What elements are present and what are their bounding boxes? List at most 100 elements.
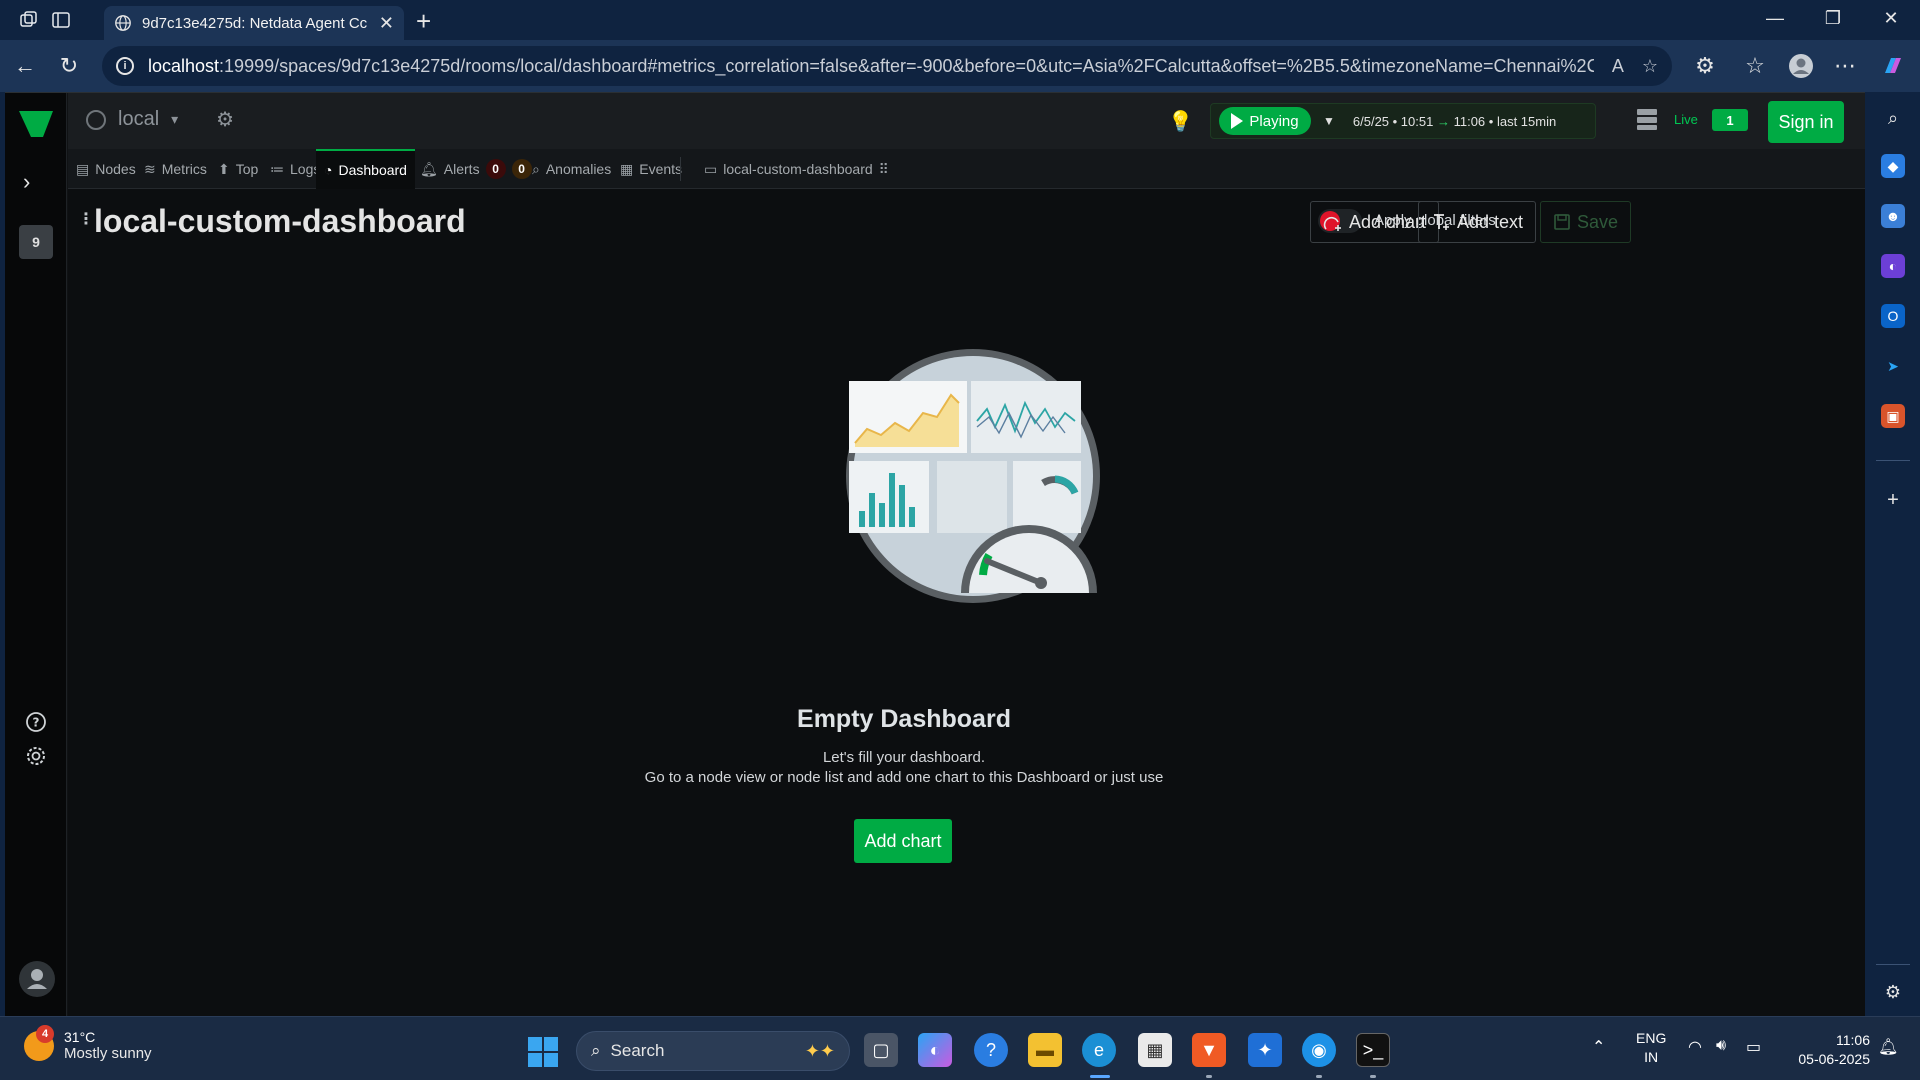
- terminal-icon[interactable]: >_: [1356, 1033, 1390, 1067]
- netdata-logo-icon[interactable]: [17, 107, 55, 141]
- workspace-badge[interactable]: 9: [19, 225, 53, 259]
- lightbulb-icon[interactable]: 💡: [1168, 109, 1193, 134]
- drag-handle-icon[interactable]: ⠿: [879, 161, 889, 178]
- profile-icon[interactable]: [1788, 53, 1814, 79]
- add-icon[interactable]: +: [1881, 488, 1905, 512]
- dashboard-tab-icon: ▭: [704, 160, 718, 177]
- time-range[interactable]: 6/5/25 • 10:51 → 11:06 • last 15min: [1353, 114, 1556, 129]
- nodes-icon: ▤: [76, 160, 90, 177]
- bell-icon: 🔔︎: [420, 160, 438, 177]
- copilot-icon[interactable]: [1880, 53, 1906, 79]
- back-icon[interactable]: ←: [12, 53, 38, 79]
- tab-nodes[interactable]: ▤ Nodes: [68, 149, 144, 189]
- tab-alerts[interactable]: 🔔︎ Alerts 0 0: [412, 149, 540, 189]
- tab-top[interactable]: ⬆ Top: [210, 149, 266, 189]
- docker-icon[interactable]: ◉: [1302, 1033, 1336, 1067]
- weather-widget[interactable]: 4 31°C Mostly sunny: [24, 1024, 152, 1062]
- user-avatar[interactable]: [19, 961, 55, 997]
- outlook-icon[interactable]: O: [1881, 304, 1905, 328]
- windows-taskbar: 4 31°C Mostly sunny ⌕ Search ✦✦ ▢ ◐ ? ▬ …: [0, 1016, 1920, 1080]
- room-selector[interactable]: local ▾ ⚙: [86, 107, 234, 132]
- site-info-icon[interactable]: i: [116, 57, 134, 75]
- windows-start-icon[interactable]: [528, 1037, 558, 1067]
- edge-sidebar: ⌕ ◆ ☻ ◐ O ➤ ▣ + ⚙: [1866, 92, 1920, 1016]
- people-icon[interactable]: ☻: [1881, 204, 1905, 228]
- address-bar[interactable]: i localhost:19999/spaces/9d7c13e4275d/ro…: [102, 46, 1672, 86]
- weather-badge: 4: [36, 1024, 54, 1043]
- clock[interactable]: 11:06 05-06-2025: [1780, 1031, 1870, 1069]
- tab-title: 9d7c13e4275d: Netdata Agent Cc: [142, 14, 368, 32]
- favorites-icon[interactable]: ☆: [1742, 53, 1768, 79]
- toolbox-icon[interactable]: ▣: [1881, 404, 1905, 428]
- copilot-app-icon[interactable]: ◐: [1881, 254, 1905, 278]
- expand-sidebar-icon[interactable]: ›: [23, 169, 30, 195]
- telegram-icon[interactable]: ➤: [1881, 354, 1905, 378]
- volume-icon[interactable]: 🔊︎: [1716, 1037, 1726, 1055]
- playing-button[interactable]: Playing: [1219, 107, 1311, 135]
- copilot-taskbar-icon[interactable]: ◐: [918, 1033, 952, 1067]
- live-label: Live: [1674, 112, 1698, 127]
- help-app-icon[interactable]: ?: [974, 1033, 1008, 1067]
- tab-dashboard[interactable]: ◔ Dashboard: [316, 149, 415, 189]
- minimize-icon[interactable]: —: [1760, 8, 1790, 29]
- empty-state: Empty Dashboard Let's fill your dashboar…: [68, 189, 1865, 1017]
- extensions-icon[interactable]: ⚙: [1692, 53, 1718, 79]
- close-window-icon[interactable]: ✕: [1876, 8, 1906, 29]
- weather-desc: Mostly sunny: [64, 1045, 152, 1062]
- tab-anomalies[interactable]: ⌕ Anomalies: [524, 149, 619, 189]
- edge-browser-icon[interactable]: e: [1082, 1033, 1116, 1067]
- url-text: localhost:19999/spaces/9d7c13e4275d/room…: [148, 55, 1594, 76]
- browser-titlebar: 9d7c13e4275d: Netdata Agent Cc ✕ + — ❐ ✕: [0, 0, 1920, 40]
- wifi-icon[interactable]: ◠: [1688, 1037, 1702, 1057]
- shopping-tag-icon[interactable]: ◆: [1881, 154, 1905, 178]
- empty-add-chart-button[interactable]: Add chart: [854, 819, 952, 863]
- browser-tab-active[interactable]: 9d7c13e4275d: Netdata Agent Cc ✕: [104, 6, 404, 40]
- dashboard-body: ⋮ local-custom-dashboard Apply global fi…: [68, 189, 1865, 1017]
- bluesky-icon[interactable]: ✦: [1248, 1033, 1282, 1067]
- tab-custom-dashboard[interactable]: ▭ local-custom-dashboard ⠿: [696, 149, 897, 189]
- help-icon[interactable]: ?: [5, 711, 67, 733]
- active-app-indicator: [1090, 1075, 1110, 1078]
- sign-in-button[interactable]: Sign in: [1768, 101, 1844, 143]
- server-icon[interactable]: [1636, 107, 1658, 131]
- playing-label: Playing: [1249, 112, 1299, 130]
- settings-icon[interactable]: [5, 745, 67, 767]
- room-name: local: [118, 108, 160, 130]
- empty-dashboard-title: Empty Dashboard: [797, 705, 1011, 733]
- restore-icon[interactable]: ❐: [1818, 8, 1848, 29]
- battery-icon[interactable]: ▭: [1746, 1037, 1761, 1057]
- chevron-down-icon[interactable]: ▼: [1323, 114, 1335, 128]
- taskbar-search[interactable]: ⌕ Search ✦✦: [576, 1031, 850, 1071]
- language-indicator[interactable]: ENG IN: [1636, 1029, 1666, 1067]
- netdata-app: › 9 ? local ▾ ⚙ 💡 Playing ▼ 6/5/25 • 10:…: [5, 92, 1865, 1017]
- close-tab-icon[interactable]: ✕: [379, 13, 394, 34]
- alerts-critical-count: 0: [485, 159, 506, 179]
- refresh-icon[interactable]: ↻: [56, 53, 82, 79]
- live-count-badge[interactable]: 1: [1712, 109, 1748, 131]
- notification-icon[interactable]: 🔔︎: [1878, 1037, 1898, 1057]
- sidebar-divider: [1876, 964, 1910, 965]
- tab-events[interactable]: ▦ Events: [612, 149, 690, 189]
- more-icon[interactable]: ⋯: [1832, 53, 1858, 79]
- tab-metrics[interactable]: ≋ Metrics: [136, 149, 215, 189]
- browser-navbar: ← ↻ i localhost:19999/spaces/9d7c13e4275…: [0, 40, 1920, 92]
- favorite-star-icon[interactable]: ☆: [1642, 56, 1658, 77]
- left-navigation: › 9 ?: [5, 93, 67, 1017]
- read-aloud-icon[interactable]: A: [1612, 56, 1624, 77]
- task-view-icon[interactable]: ▢: [864, 1033, 898, 1067]
- sidebar-settings-icon[interactable]: ⚙: [1881, 980, 1905, 1004]
- search-icon[interactable]: ⌕: [1881, 106, 1905, 130]
- workspaces-icon[interactable]: [18, 9, 40, 31]
- empty-dashboard-illustration: [846, 349, 1100, 603]
- time-controls: Playing ▼ 6/5/25 • 10:51 → 11:06 • last …: [1210, 103, 1596, 139]
- vertical-tabs-icon[interactable]: [50, 9, 72, 31]
- anomalies-icon: ⌕: [532, 160, 540, 177]
- store-icon[interactable]: ▦: [1138, 1033, 1172, 1067]
- brave-icon[interactable]: ▼: [1192, 1033, 1226, 1067]
- main-content: local ▾ ⚙ 💡 Playing ▼ 6/5/25 • 10:51 → 1…: [68, 93, 1865, 1017]
- chevron-up-icon[interactable]: ⌃: [1592, 1037, 1605, 1057]
- new-tab-icon[interactable]: +: [416, 6, 431, 37]
- file-explorer-icon[interactable]: ▬: [1028, 1033, 1062, 1067]
- room-settings-icon[interactable]: ⚙: [216, 107, 234, 132]
- tab-separator: [680, 157, 681, 181]
